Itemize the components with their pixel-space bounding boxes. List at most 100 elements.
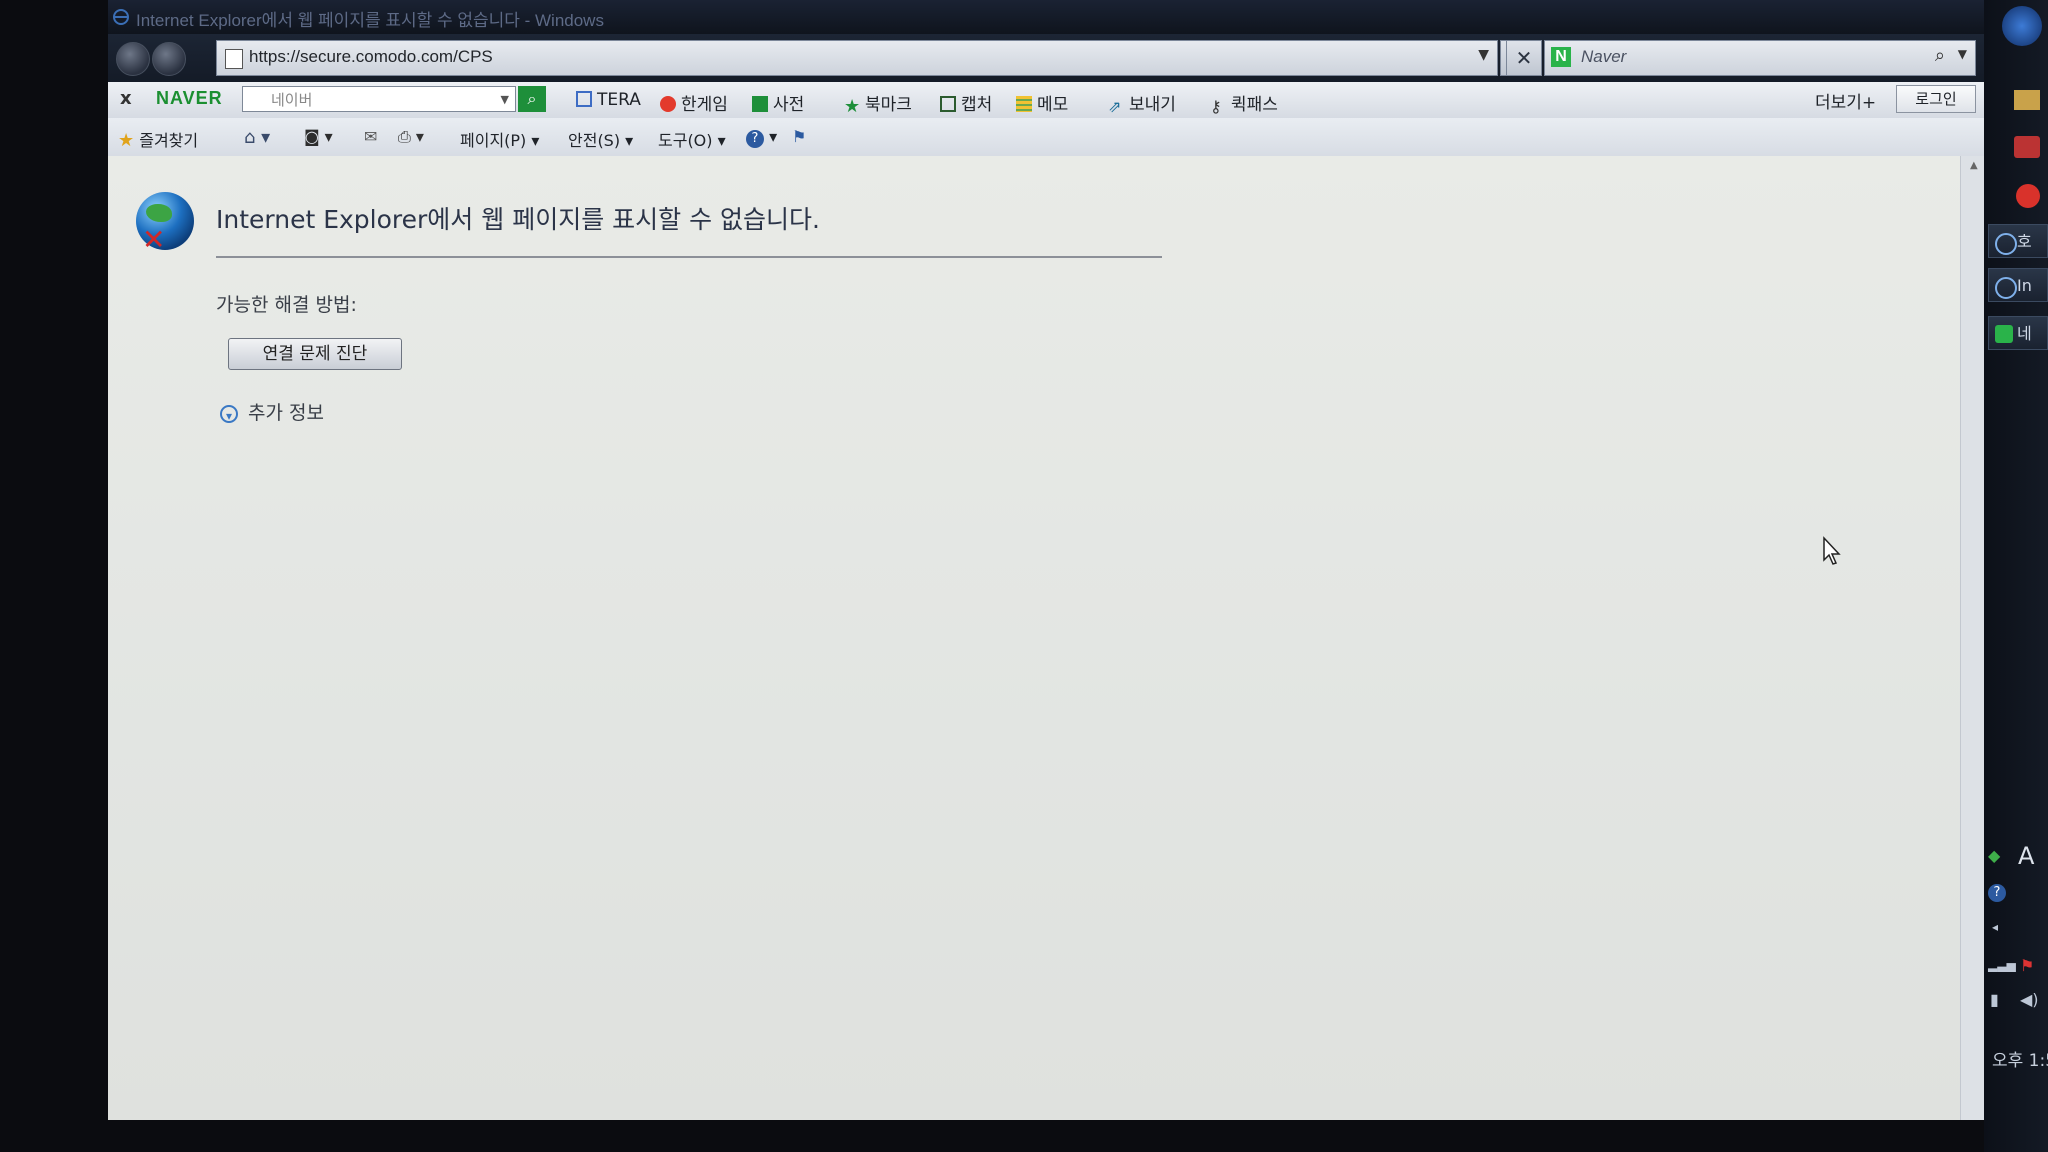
page-menu-label: 페이지(P) — [460, 131, 527, 150]
naver-logo[interactable]: NAVER — [156, 88, 223, 109]
forward-button[interactable] — [152, 42, 186, 76]
folder-icon[interactable] — [2014, 90, 2040, 110]
help-icon[interactable]: ? ▾ — [746, 127, 777, 148]
title-bar: Internet Explorer에서 웹 페이지를 표시할 수 없습니다 - … — [108, 0, 1988, 34]
hangame-icon — [660, 96, 676, 112]
search-icon[interactable]: ⌕ — [518, 86, 546, 112]
divider — [216, 256, 1162, 258]
ime-icon[interactable]: A — [2018, 842, 2036, 870]
toolbar-item-label: 메모 — [1037, 95, 1069, 115]
toolbar-item-label: 보내기 — [1129, 95, 1176, 115]
toolbar-item-label: TERA — [597, 90, 641, 110]
diagnose-connection-button[interactable]: 연결 문제 진단 — [228, 338, 402, 370]
toolbar-item-quickpass[interactable]: ⚷ 퀵패스 — [1210, 90, 1278, 115]
ie-icon — [1995, 233, 2017, 255]
taskbar-button-ie-1[interactable]: 호 — [1988, 224, 2048, 258]
solutions-label: 가능한 해결 방법: — [216, 294, 357, 316]
battery-icon[interactable]: ▮ — [1990, 990, 2008, 1009]
toolbar-item-tera[interactable]: TERA — [576, 90, 641, 110]
print-icon[interactable]: ⎙ ▾ — [398, 127, 424, 147]
toolbar-item-send[interactable]: ⇗ 보내기 — [1108, 90, 1176, 115]
home-icon[interactable]: ⌂ ▾ — [244, 127, 270, 148]
star-icon: ★ — [118, 130, 135, 151]
mouse-cursor-icon — [1823, 536, 1841, 565]
browser-window: Internet Explorer에서 웹 페이지를 표시할 수 없습니다 - … — [108, 0, 1988, 1120]
naver-icon: N — [1551, 47, 1571, 67]
search-icon[interactable]: ⌕ — [1935, 45, 1945, 66]
toolbar-item-capture[interactable]: 캡처 — [940, 90, 992, 115]
globe-land — [146, 204, 172, 222]
start-button[interactable] — [2002, 6, 2042, 46]
rss-icon[interactable]: ◙ ▾ — [304, 127, 333, 146]
mail-icon[interactable]: ✉ — [364, 127, 377, 146]
tools-menu-label: 도구(O) — [658, 131, 713, 150]
toolbar-item-bookmark[interactable]: ★ 북마크 — [844, 90, 912, 117]
chevron-down-icon[interactable]: ▼ — [501, 87, 509, 113]
dictionary-icon — [752, 96, 768, 112]
navigation-bar: https://secure.comodo.com/CPS ▼ ⇆ ✕ N Na… — [108, 34, 1988, 82]
taskbar: 호 In 네 ◆ A ? ◂ ▂▃▅ ⚑ ▮ ◀) 오후 1:5 — [1984, 0, 2048, 1152]
more-info-label: 추가 정보 — [248, 402, 324, 424]
capture-icon — [940, 96, 956, 112]
naver-search-placeholder: 네이버 — [271, 91, 313, 109]
naver-toolbar: x NAVER 네이버 ▼ ⌕ TERA 한게임 사전 ★ 북마크 캡처 메모 ⇗… — [108, 82, 1988, 119]
favorites-button[interactable]: ★ 즐겨찾기 — [118, 127, 198, 151]
taskbar-button-label: 호 — [2017, 232, 2032, 251]
star-icon: ★ — [844, 96, 861, 117]
clock[interactable]: 오후 1:5 — [1992, 1046, 2048, 1071]
taskbar-button-ie-2[interactable]: In — [1988, 268, 2048, 302]
chevron-down-icon: ▾ — [220, 405, 238, 423]
shield-icon[interactable]: ◆ — [1988, 846, 2006, 865]
favorites-label: 즐겨찾기 — [139, 131, 199, 150]
key-icon: ⚷ — [1210, 97, 1222, 116]
ie-icon — [1995, 277, 2017, 299]
chevron-down-icon[interactable]: ▼ — [1958, 47, 1967, 61]
search-box[interactable]: N Naver ⌕ ▼ — [1544, 40, 1976, 76]
naver-search-input[interactable]: 네이버 ▼ — [242, 86, 516, 112]
safety-menu[interactable]: 안전(S) ▾ — [568, 127, 633, 151]
taskbar-button-naver[interactable]: 네 — [1988, 316, 2048, 350]
send-icon: ⇗ — [1108, 97, 1122, 116]
media-player-icon[interactable] — [2014, 136, 2040, 158]
safety-menu-label: 안전(S) — [568, 131, 621, 150]
ie-icon — [113, 9, 129, 25]
error-title: Internet Explorer에서 웹 페이지를 표시할 수 없습니다. — [216, 205, 820, 234]
toolbar-item-hangame[interactable]: 한게임 — [660, 90, 728, 115]
close-icon[interactable]: x — [120, 88, 132, 109]
globe-error-icon: ✕ — [136, 192, 194, 254]
login-button[interactable]: 로그인 — [1896, 85, 1976, 113]
toolbar-item-memo[interactable]: 메모 — [1016, 90, 1068, 115]
toolbar-item-label: 퀵패스 — [1231, 95, 1278, 115]
more-button[interactable]: 더보기+ — [1815, 88, 1876, 113]
page-menu[interactable]: 페이지(P) ▾ — [460, 127, 539, 151]
address-bar[interactable]: https://secure.comodo.com/CPS ▼ — [216, 40, 1498, 76]
toolbar-item-label: 사전 — [773, 95, 805, 115]
search-provider[interactable]: Naver — [1581, 47, 1626, 67]
toolbar-item-label: 한게임 — [681, 95, 728, 115]
volume-icon[interactable]: ◀) — [2020, 990, 2039, 1009]
error-x-icon: ✕ — [142, 223, 166, 256]
window-title: Internet Explorer에서 웹 페이지를 표시할 수 없습니다 - … — [136, 11, 604, 30]
app-icon[interactable] — [2016, 184, 2040, 208]
research-icon[interactable]: ⚑ — [792, 127, 806, 146]
scroll-up-icon[interactable]: ▲ — [1970, 160, 1978, 171]
more-info-link[interactable]: ▾ 추가 정보 — [220, 398, 324, 425]
chevron-down-icon[interactable]: ▼ — [1478, 47, 1489, 63]
back-button[interactable] — [116, 42, 150, 76]
help-icon[interactable]: ? — [1988, 884, 2006, 902]
page-content: ✕ Internet Explorer에서 웹 페이지를 표시할 수 없습니다.… — [108, 156, 1960, 1120]
chevron-left-icon[interactable]: ◂ — [1992, 920, 2010, 938]
tools-menu[interactable]: 도구(O) ▾ — [658, 127, 726, 151]
toolbar-item-dictionary[interactable]: 사전 — [752, 90, 804, 115]
naver-icon — [1995, 325, 2013, 343]
stop-icon[interactable]: ✕ — [1506, 40, 1542, 76]
command-bar: ★ 즐겨찾기 ⌂ ▾ ◙ ▾ ✉ ⎙ ▾ 페이지(P) ▾ 안전(S) ▾ 도구… — [108, 118, 1988, 157]
toolbar-item-label: 북마크 — [865, 95, 912, 115]
toolbar-item-label: 캡처 — [961, 95, 993, 115]
taskbar-button-label: In — [2017, 276, 2032, 295]
flag-icon[interactable]: ⚑ — [2020, 956, 2038, 975]
tera-icon — [576, 91, 592, 107]
address-url[interactable]: https://secure.comodo.com/CPS — [249, 47, 493, 67]
page-icon — [225, 49, 243, 69]
signal-icon[interactable]: ▂▃▅ — [1988, 958, 2016, 976]
